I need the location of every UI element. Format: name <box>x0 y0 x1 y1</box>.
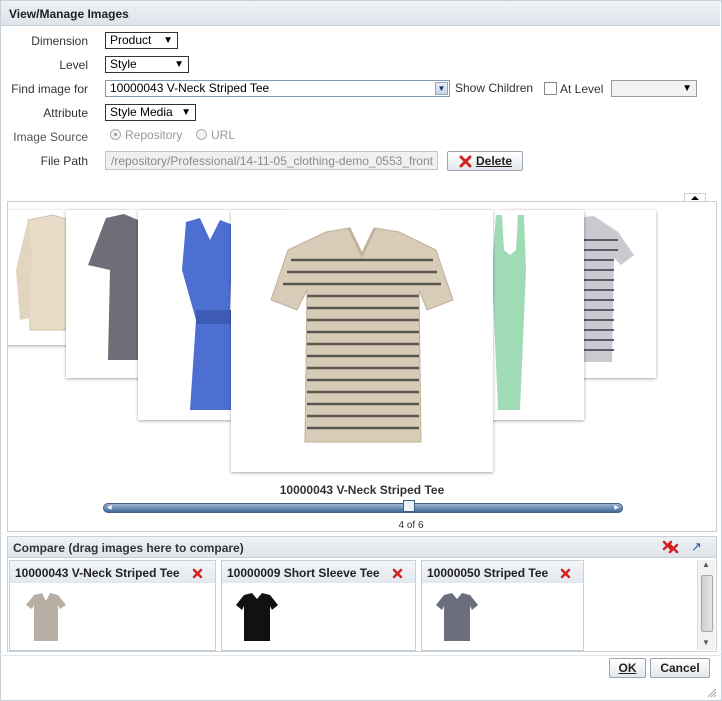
slider-left-icon: ◀ <box>107 505 112 511</box>
level-label: Level <box>59 58 88 72</box>
show-children-label: Show Children <box>455 81 534 95</box>
compare-item-header: 10000043 V-Neck Striped Tee <box>10 561 215 583</box>
compare-scrollbar-thumb[interactable] <box>701 575 713 632</box>
cancel-button-label: Cancel <box>660 661 700 675</box>
v-neck-striped-tee-image <box>270 227 454 443</box>
dialog-titlebar: View/Manage Images <box>1 1 720 26</box>
dropdown-arrow-icon[interactable]: ▼ <box>435 82 448 95</box>
v-neck-tee-thumbnail <box>26 593 66 641</box>
compare-header: Compare (drag images here to compare) ↗ <box>8 537 716 558</box>
remove-icon[interactable] <box>192 568 203 579</box>
file-path-field[interactable]: /repository/Professional/14-11-05_clothi… <box>105 151 438 170</box>
carousel-image-4-selected[interactable] <box>231 210 493 472</box>
find-image-label: Find image for <box>11 82 88 96</box>
repository-radio-label: Repository <box>125 128 183 142</box>
image-source-label: Image Source <box>13 130 88 144</box>
carousel-slider-thumb[interactable] <box>403 500 415 512</box>
slider-right-icon: ▶ <box>614 505 619 511</box>
compare-item-label: 10000043 V-Neck Striped Tee <box>15 566 180 580</box>
level-select[interactable]: Style ▼ <box>105 56 189 73</box>
dimension-label: Dimension <box>31 34 88 48</box>
carousel-caption: 10000043 V-Neck Striped Tee <box>279 483 445 497</box>
chevron-down-icon: ▼ <box>163 35 173 46</box>
show-children-checkbox[interactable] <box>544 82 557 95</box>
dimension-select[interactable]: Product ▼ <box>105 32 178 49</box>
compare-item-label: 10000009 Short Sleeve Tee <box>227 566 380 580</box>
remove-icon[interactable] <box>560 568 571 579</box>
attribute-label: Attribute <box>43 106 88 120</box>
chevron-down-icon: ▼ <box>174 59 184 70</box>
compare-item-2[interactable]: 10000009 Short Sleeve Tee <box>221 560 416 651</box>
compare-panel[interactable]: Compare (drag images here to compare) ↗ … <box>7 536 717 652</box>
detach-icon[interactable]: ↗ <box>691 539 702 555</box>
url-radio[interactable] <box>196 129 207 140</box>
find-image-value: 10000043 V-Neck Striped Tee <box>110 81 270 95</box>
scroll-down-icon[interactable]: ▼ <box>702 638 710 647</box>
carousel-position: 4 of 6 <box>398 520 424 531</box>
compare-item-3[interactable]: 10000050 Striped Tee <box>421 560 584 651</box>
chevron-down-icon: ▼ <box>682 83 692 94</box>
at-level-select[interactable]: ▼ <box>611 80 697 97</box>
remove-icon[interactable] <box>392 568 403 579</box>
dialog-title: View/Manage Images <box>9 7 129 21</box>
ok-button[interactable]: OK <box>609 658 646 678</box>
carousel-slider-track[interactable]: ◀ ▶ <box>103 503 623 513</box>
resize-grip-icon[interactable] <box>707 688 717 698</box>
delete-button-label: Delete <box>476 154 513 168</box>
repository-radio[interactable] <box>110 129 121 140</box>
scroll-up-icon[interactable]: ▲ <box>702 560 710 569</box>
level-value: Style <box>110 57 137 71</box>
image-carousel[interactable]: 10000043 V-Neck Striped Tee ◀ ▶ 4 of 6 <box>7 201 717 532</box>
url-radio-label: URL <box>211 128 236 142</box>
delete-x-icon <box>459 155 472 168</box>
dimension-value: Product <box>110 33 152 47</box>
compare-item-label: 10000050 Striped Tee <box>427 566 549 580</box>
attribute-value: Style Media <box>110 105 173 119</box>
compare-title: Compare (drag images here to compare) <box>13 541 244 555</box>
compare-item-header: 10000050 Striped Tee <box>422 561 583 583</box>
cancel-button[interactable]: Cancel <box>650 658 710 678</box>
compare-scrollbar[interactable]: ▲ ▼ <box>697 560 715 650</box>
footer-divider <box>0 655 722 656</box>
striped-tee-thumbnail <box>436 593 478 641</box>
clear-all-icon[interactable] <box>662 540 680 554</box>
file-path-label: File Path <box>40 154 88 168</box>
ok-button-label: OK <box>618 661 637 675</box>
find-image-combobox[interactable]: 10000043 V-Neck Striped Tee ▼ <box>105 80 450 97</box>
compare-item-header: 10000009 Short Sleeve Tee <box>222 561 415 583</box>
attribute-select[interactable]: Style Media ▼ <box>105 104 196 121</box>
delete-button[interactable]: Delete <box>447 151 523 171</box>
compare-item-1[interactable]: 10000043 V-Neck Striped Tee <box>9 560 216 651</box>
black-tee-thumbnail <box>236 593 278 641</box>
at-level-label: At Level <box>560 82 604 96</box>
chevron-down-icon: ▼ <box>181 107 191 118</box>
